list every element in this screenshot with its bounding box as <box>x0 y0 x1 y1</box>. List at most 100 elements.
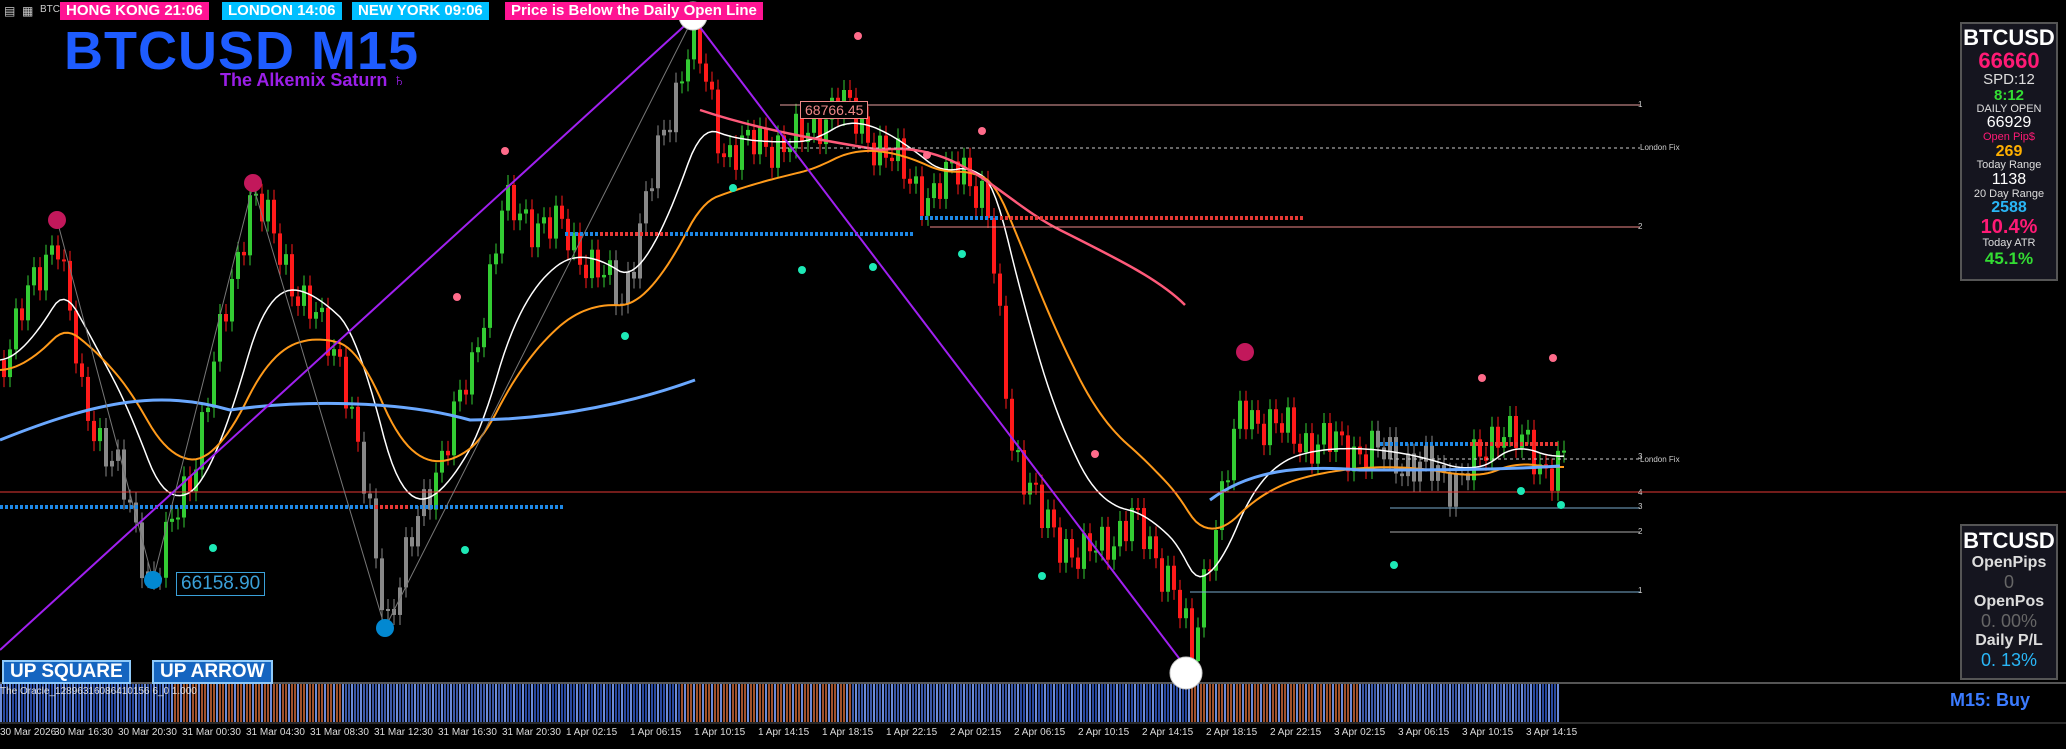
oracle-bar <box>1116 684 1118 722</box>
oracle-bar <box>387 684 389 722</box>
oracle-bar <box>228 684 230 722</box>
oracle-bar <box>1515 684 1517 722</box>
panel-timer: 8:12 <box>1993 86 2025 104</box>
oracle-bar <box>897 684 899 722</box>
fractal-low-dot <box>1390 561 1398 569</box>
candle-body <box>1046 509 1050 529</box>
time-axis-label: 1 Apr 14:15 <box>758 727 810 738</box>
candle-body <box>746 129 750 136</box>
oracle-bar <box>1329 684 1331 722</box>
oracle-bar <box>1308 684 1310 722</box>
candle-body <box>1148 536 1152 550</box>
oracle-bar <box>1122 684 1124 722</box>
oracle-bar <box>624 684 626 722</box>
time-axis-label: 1 Apr 10:15 <box>694 727 746 738</box>
time-axis-label: 2 Apr 14:15 <box>1142 727 1194 738</box>
menu-icon[interactable]: ▤ <box>4 4 15 18</box>
oracle-bar <box>252 684 254 722</box>
candle-body <box>260 193 264 222</box>
oracle-bar <box>915 684 917 722</box>
oracle-bar <box>1443 684 1445 722</box>
oracle-bar <box>894 684 896 722</box>
candle-body <box>656 135 660 189</box>
fib-label: 2 <box>1638 527 1643 536</box>
oracle-bar <box>1149 684 1151 722</box>
oracle-bar <box>258 684 260 722</box>
panel-daily-open: 66929 <box>1986 114 2032 132</box>
candle-body <box>872 142 876 166</box>
candle-body <box>404 537 408 588</box>
oracle-bar <box>414 684 416 722</box>
oracle-bar <box>297 684 299 722</box>
oracle-bar <box>552 684 554 722</box>
oracle-bar <box>753 684 755 722</box>
candle-body <box>584 264 588 279</box>
oracle-bar <box>1071 684 1073 722</box>
symbol-tab[interactable]: BTC <box>40 4 60 15</box>
oracle-bar <box>951 684 953 722</box>
oracle-bar <box>231 684 233 722</box>
fractal-low-dot <box>1557 501 1565 509</box>
oracle-bar <box>768 684 770 722</box>
oracle-bar <box>1050 684 1052 722</box>
trendline <box>692 17 1189 671</box>
oracle-bar <box>1407 684 1409 722</box>
fib-label: 1 <box>1638 586 1643 595</box>
oracle-bar <box>1464 684 1466 722</box>
oracle-bar <box>1065 684 1067 722</box>
oracle-bar <box>1389 684 1391 722</box>
oracle-bar <box>1470 684 1472 722</box>
oracle-bar <box>1497 684 1499 722</box>
candle-body <box>50 245 54 255</box>
oracle-bar <box>1083 684 1085 722</box>
candle-body <box>1256 410 1260 424</box>
oracle-bar <box>594 684 596 722</box>
oracle-bar <box>1002 684 1004 722</box>
oracle-bar <box>639 684 641 722</box>
time-axis-label: 2 Apr 10:15 <box>1078 727 1130 738</box>
oracle-bar <box>963 684 965 722</box>
fractal-high-dot <box>1478 374 1486 382</box>
oracle-bar <box>312 684 314 722</box>
panel-range-pct: 10.4% <box>1980 216 2038 239</box>
candle-body <box>1316 444 1320 464</box>
session-new-york: NEW YORK 09:06 <box>352 2 489 20</box>
fib-label: 4 <box>1638 488 1643 497</box>
candle-body <box>1142 508 1146 550</box>
candle-body <box>668 129 672 133</box>
oracle-bar <box>738 684 740 722</box>
candle-body <box>770 146 774 168</box>
price-chart[interactable] <box>0 0 2066 749</box>
oracle-bar <box>1017 684 1019 722</box>
oracle-bar <box>792 684 794 722</box>
candle-body <box>482 327 486 348</box>
up-arrow-button[interactable]: UP ARROW <box>152 660 273 684</box>
candle-body <box>626 271 630 304</box>
oracle-bar <box>1296 684 1298 722</box>
candle-body <box>1034 482 1038 485</box>
oracle-bar <box>366 684 368 722</box>
oracle-bar <box>1425 684 1427 722</box>
oracle-bar <box>930 684 932 722</box>
oracle-bar <box>726 684 728 722</box>
oracle-bar <box>1038 684 1040 722</box>
oracle-bar <box>1401 684 1403 722</box>
oracle-bar <box>813 684 815 722</box>
oracle-bar <box>1347 684 1349 722</box>
up-square-button[interactable]: UP SQUARE <box>2 660 131 684</box>
chart-icon[interactable]: ▦ <box>22 4 33 18</box>
oracle-bar <box>1137 684 1139 722</box>
candle-body <box>230 278 234 322</box>
oracle-bar <box>1386 684 1388 722</box>
panel-today-range: 1138 <box>1991 170 2027 188</box>
oracle-bar <box>1275 684 1277 722</box>
oracle-bar <box>1107 684 1109 722</box>
low-price-label: 66158.90 <box>176 572 266 596</box>
fractal-high-dot <box>453 293 461 301</box>
oracle-bar <box>369 684 371 722</box>
candle-body <box>500 210 504 254</box>
swing-high-marker <box>244 174 262 192</box>
oracle-bar <box>1416 684 1418 722</box>
candle-body <box>110 460 114 467</box>
candle-body <box>1112 546 1116 560</box>
